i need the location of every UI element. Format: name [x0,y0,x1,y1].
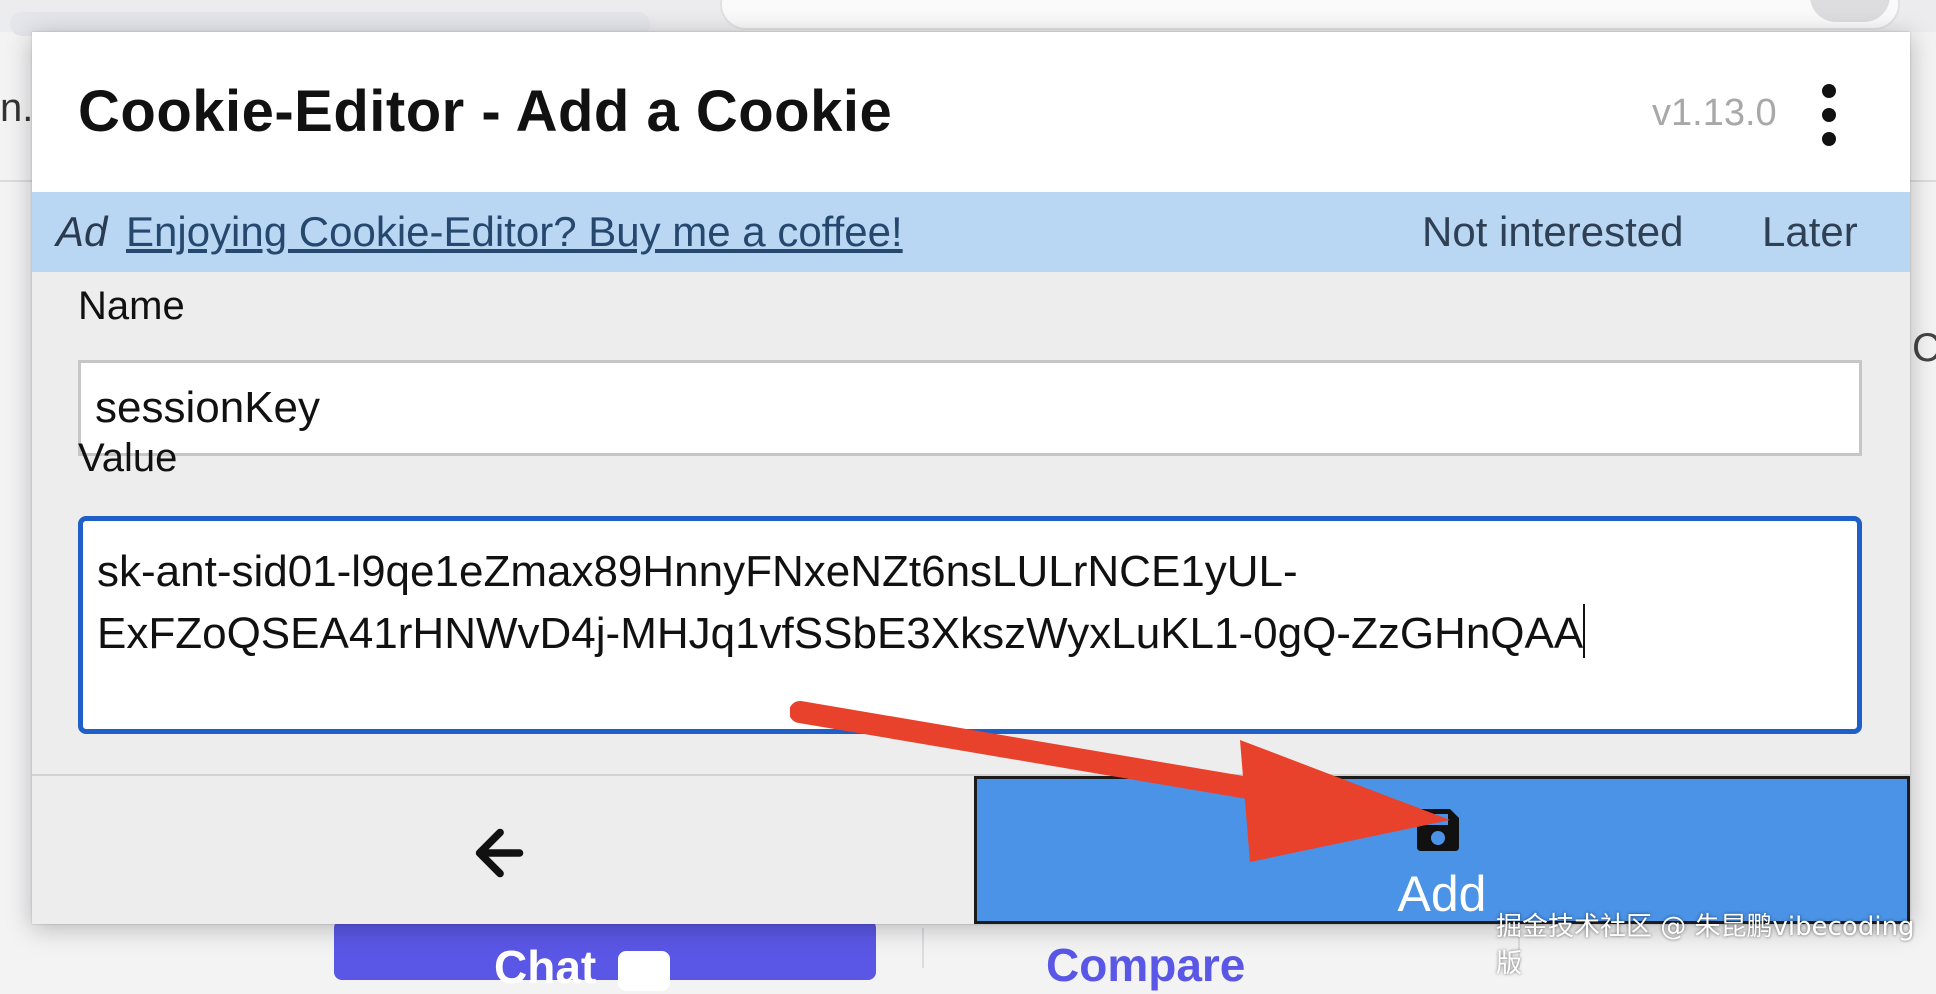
background-compare-link[interactable]: Compare [1046,938,1245,992]
background-chat-button[interactable]: Chat [334,920,876,993]
kebab-menu-icon[interactable] [1814,84,1844,148]
buy-coffee-link[interactable]: Enjoying Cookie-Editor? Buy me a coffee! [126,208,903,256]
value-label: Value [78,436,178,480]
ad-banner: Ad Enjoying Cookie-Editor? Buy me a coff… [32,192,1910,272]
version-label: v1.13.0 [1652,92,1777,134]
background-text-fragment: C [1912,326,1936,370]
name-label: Name [78,284,185,328]
later-button[interactable]: Later [1762,208,1858,256]
name-input[interactable] [78,360,1862,456]
not-interested-button[interactable]: Not interested [1422,208,1683,256]
save-icon [1417,809,1459,851]
chat-bubble-icon [618,950,671,991]
popup-header: Cookie-Editor - Add a Cookie v1.13.0 [32,32,1910,192]
text-caret [1583,604,1586,658]
cookie-editor-popup: Cookie-Editor - Add a Cookie v1.13.0 Ad … [32,32,1910,924]
ad-tag: Ad [56,208,108,255]
arrow-left-icon [475,828,524,878]
back-button[interactable] [32,776,972,924]
value-textarea[interactable]: sk-ant-sid01-l9qe1eZmax89HnnyFNxeNZt6nsL… [78,516,1862,734]
chat-button-label: Chat [494,941,597,993]
value-text-line: ExFZoQSEA41rHNWvD4j-MHJq1vfSSbE3XkszWyxL… [97,609,1584,658]
page-title: Cookie-Editor - Add a Cookie [78,79,893,144]
background-divider [922,928,924,968]
value-text-line: sk-ant-sid01-l9qe1eZmax89HnnyFNxeNZt6nsL… [97,547,1298,596]
background-address-bar [720,0,1900,30]
add-button[interactable]: Add [974,776,1910,924]
watermark: 掘金技术社区 @ 朱昆鹏vibecoding版 [1496,912,1915,979]
background-text-fragment: n. [0,86,34,130]
